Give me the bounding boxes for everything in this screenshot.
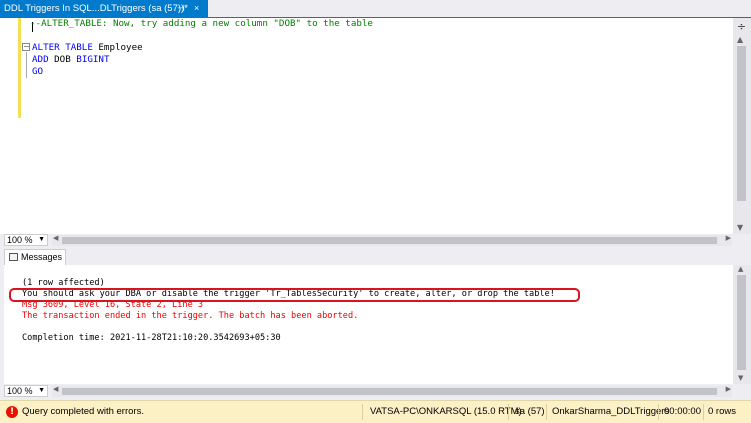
messages-icon [9,253,18,261]
code-token: BIGINT [76,54,110,65]
editor-scroll-thumb[interactable] [737,46,746,201]
status-divider [362,404,363,420]
messages-zoom-value: 100 % [7,386,33,396]
code-token: Employee [92,42,143,53]
status-elapsed: 00:00:00 [664,406,701,417]
message-line: The transaction ended in the trigger. Th… [22,311,359,321]
messages-vertical-scrollbar[interactable]: ▲ ▼ [733,265,751,384]
editor-zoom-value: 100 % [7,235,33,245]
code-line[interactable] [22,30,373,42]
editor-zoom-bar: 100 % ▼ ◀ ▶ [0,234,751,247]
tab-messages-label: Messages [21,252,63,262]
status-database: OnkarSharma_DDLTriggers [552,406,670,417]
query-editor[interactable]: − --ALTER_TABLE: Now, try adding a new c… [0,18,751,234]
editor-hscroll-thumb[interactable] [62,237,717,244]
messages-pane[interactable]: (1 row affected) You should ask your DBA … [4,265,733,384]
scroll-up-arrow-icon[interactable]: ▲ [738,265,743,273]
editor-zoom-select[interactable]: 100 % ▼ [4,234,48,246]
code-token: --ALTER_TABLE: Now, try adding a new col… [30,18,373,29]
messages-zoom-select[interactable]: 100 % ▼ [4,385,48,397]
error-icon: ! [6,406,18,418]
status-divider [703,404,704,420]
query-tab[interactable]: DDL Triggers In SQL...DLTriggers (sa (57… [0,0,208,17]
scroll-right-arrow-icon[interactable]: ▶ [726,234,731,242]
status-bar: ! Query completed with errors. VATSA-PC\… [0,400,751,423]
close-icon[interactable]: × [194,0,199,17]
code-token: DOB [48,54,77,65]
scroll-left-arrow-icon[interactable]: ◀ [53,385,58,393]
scroll-down-arrow-icon[interactable]: ▼ [738,374,743,382]
message-line: Completion time: 2021-11-28T21:10:20.354… [22,333,281,343]
status-user: sa (57) [515,406,545,417]
error-highlight-annotation [9,288,580,302]
code-line[interactable]: ADD DOB BIGINT [22,54,373,66]
code-line[interactable]: GO [22,66,373,78]
code-token: ADD [32,54,49,65]
query-tab-title: DDL Triggers In SQL...DLTriggers (sa (57… [4,3,188,14]
status-rows: 0 rows [708,406,736,417]
code-text[interactable]: --ALTER_TABLE: Now, try adding a new col… [22,18,373,78]
scroll-up-arrow-icon[interactable]: ▲ [737,35,743,44]
message-line [22,322,555,333]
results-tab-bar: Messages [0,248,751,265]
chevron-down-icon: ▼ [38,236,45,243]
messages-scroll-thumb[interactable] [737,275,746,370]
status-server: VATSA-PC\ONKARSQL (15.0 RTM) [370,406,522,417]
code-line[interactable]: --ALTER_TABLE: Now, try adding a new col… [22,18,373,30]
scroll-right-arrow-icon[interactable]: ▶ [726,385,731,393]
status-divider [508,404,509,420]
change-tracking-margin [18,18,21,118]
status-divider [546,404,547,420]
scroll-left-arrow-icon[interactable]: ◀ [53,234,58,242]
split-window-icon[interactable]: ÷ [735,20,748,33]
code-token: GO [32,66,44,77]
tab-messages[interactable]: Messages [4,249,66,265]
messages-zoom-bar: 100 % ▼ ◀ ▶ [0,385,751,398]
chevron-down-icon: ▼ [38,387,45,394]
scroll-down-arrow-icon[interactable]: ▼ [737,223,743,232]
status-message: Query completed with errors. [22,406,144,417]
messages-hscroll-thumb[interactable] [62,388,717,395]
document-tab-strip: DDL Triggers In SQL...DLTriggers (sa (57… [0,0,751,17]
status-divider [658,404,659,420]
pin-icon[interactable]: ⊣ [177,0,185,17]
editor-horizontal-scrollbar[interactable]: ◀ ▶ [52,234,732,246]
messages-horizontal-scrollbar[interactable]: ◀ ▶ [52,385,732,397]
code-token: ALTER TABLE [32,42,93,53]
code-line[interactable]: ALTER TABLE Employee [22,42,373,54]
